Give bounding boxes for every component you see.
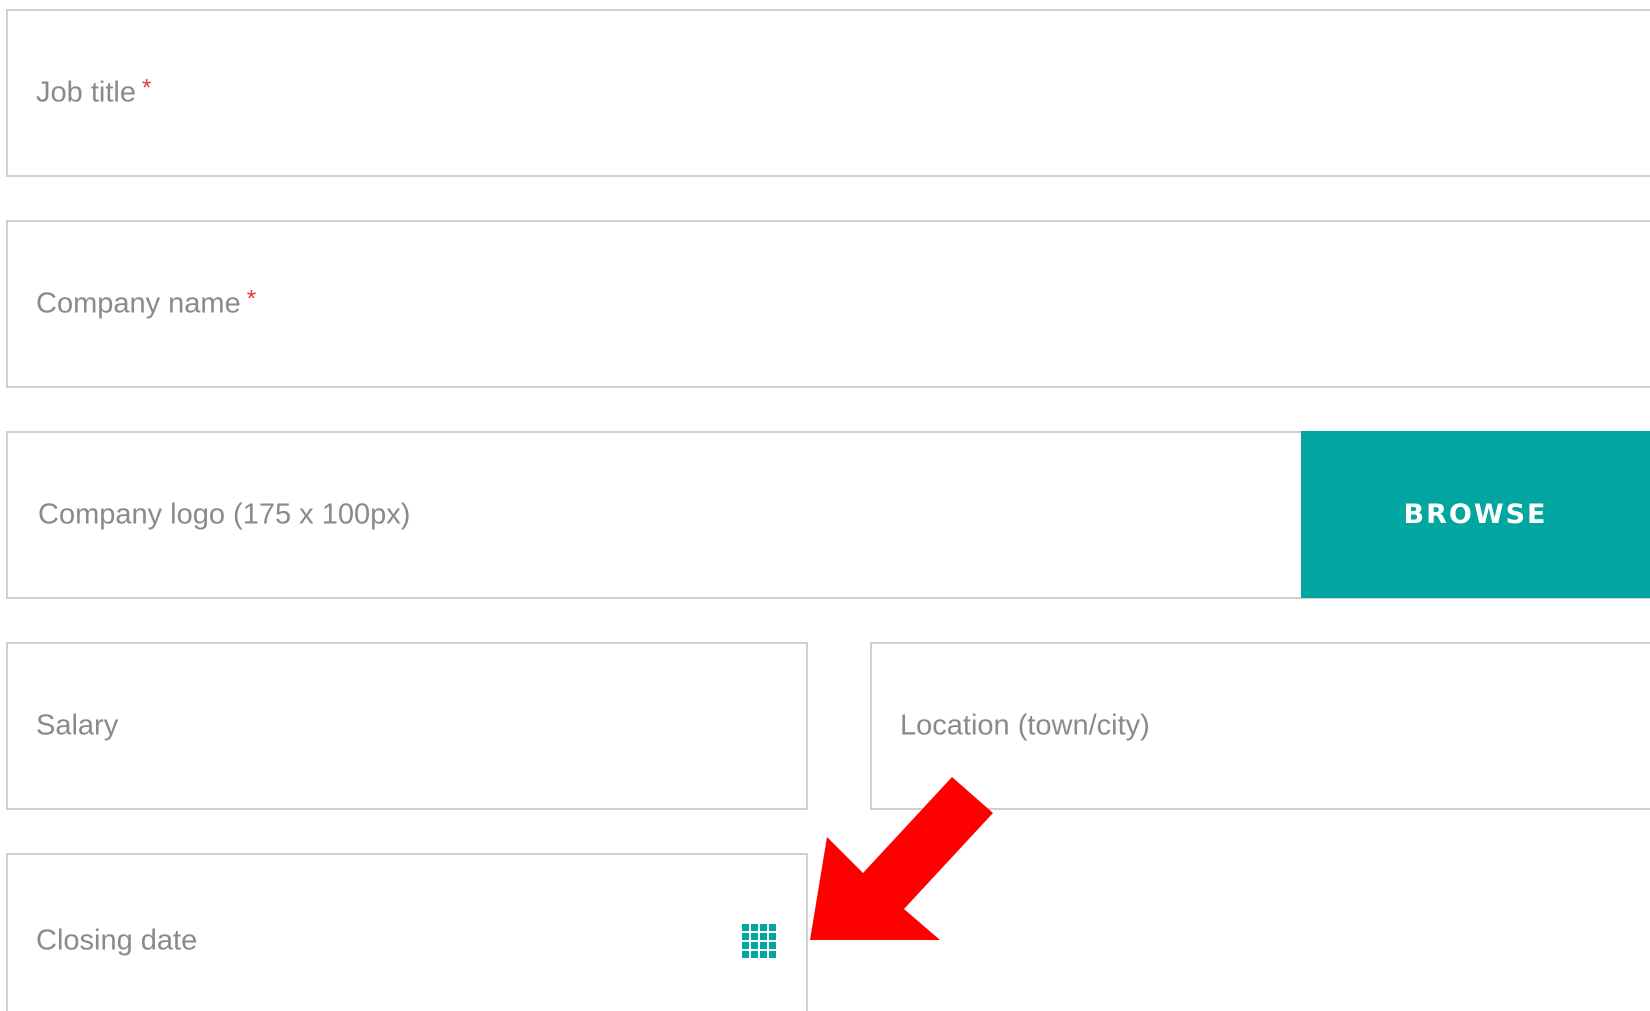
company-name-label: Company name * bbox=[36, 285, 257, 320]
closing-date-field[interactable]: Closing date bbox=[6, 853, 808, 1011]
job-post-form: Job title * Company name * Company logo (1… bbox=[0, 0, 1650, 1011]
annotation-arrow-icon bbox=[810, 777, 993, 940]
job-title-label: Job title * bbox=[36, 74, 152, 109]
job-title-field[interactable]: Job title * bbox=[6, 9, 1650, 177]
location-label: Location (town/city) bbox=[900, 709, 1150, 742]
salary-field[interactable]: Salary bbox=[6, 642, 808, 810]
salary-label: Salary bbox=[36, 709, 119, 742]
required-asterisk: * bbox=[141, 74, 152, 102]
closing-date-label: Closing date bbox=[36, 924, 198, 957]
required-asterisk: * bbox=[246, 285, 257, 313]
calendar-grid-icon[interactable] bbox=[742, 924, 776, 958]
browse-button[interactable]: BROWSE bbox=[1301, 431, 1650, 598]
company-name-field[interactable]: Company name * bbox=[6, 220, 1650, 388]
company-logo-label: Company logo (175 x 100px) bbox=[38, 498, 411, 531]
